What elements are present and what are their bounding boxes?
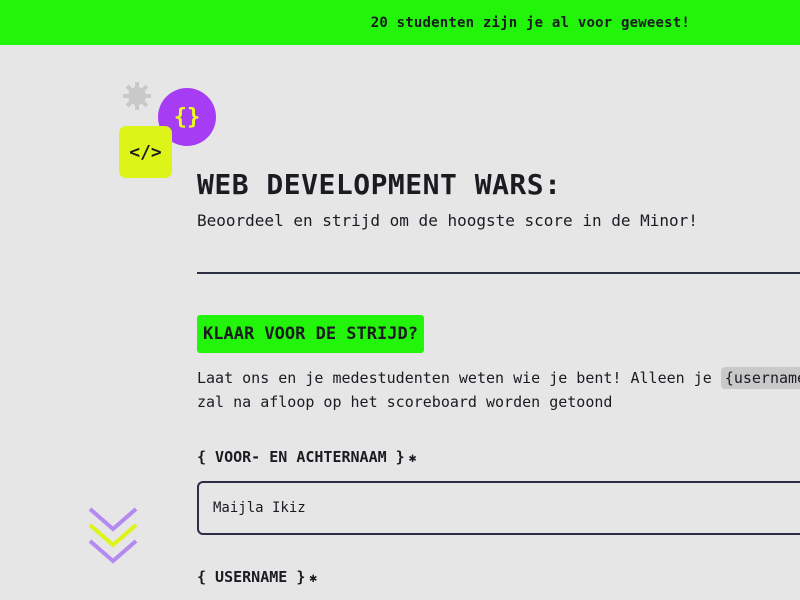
required-icon: ✱ — [309, 571, 318, 586]
section-divider — [197, 272, 800, 274]
username-chip: {username} — [720, 367, 800, 389]
name-label-text: { VOOR- EN ACHTERNAAM } — [197, 448, 405, 466]
name-input-value: Maijla Ikiz — [213, 500, 306, 516]
code-icon: </> — [119, 126, 172, 178]
username-label-text: { USERNAME } — [197, 568, 306, 586]
intro-line-1: Laat ons en je medestudenten weten wie j… — [197, 366, 800, 390]
intro-line-2: zal na afloop op het scoreboard worden g… — [197, 393, 613, 411]
page-subtitle: Beoordeel en strijd om de hoogste score … — [197, 211, 698, 230]
section-heading: KLAAR VOOR DE STRIJD? — [197, 315, 424, 353]
announcement-banner: 20 studenten zijn je al voor geweest! — [0, 0, 800, 45]
braces-icon-glyph: {} — [173, 104, 201, 130]
intro-text: Laat ons en je medestudenten weten wie j… — [197, 366, 800, 414]
chevrons-down-icon — [88, 507, 138, 564]
name-field-label: { VOOR- EN ACHTERNAAM } ✱ — [197, 448, 417, 466]
gear-icon — [123, 82, 151, 110]
name-input[interactable]: Maijla Ikiz — [197, 481, 800, 535]
page-title: WEB DEVELOPMENT WARS: — [197, 168, 562, 201]
required-icon: ✱ — [408, 451, 417, 466]
intro-line-1-text: Laat ons en je medestudenten weten wie j… — [197, 369, 721, 387]
code-icon-glyph: </> — [129, 141, 162, 163]
section-heading-text: KLAAR VOOR DE STRIJD? — [203, 324, 418, 344]
banner-text: 20 studenten zijn je al voor geweest! — [370, 14, 690, 31]
username-field-label: { USERNAME } ✱ — [197, 568, 317, 586]
